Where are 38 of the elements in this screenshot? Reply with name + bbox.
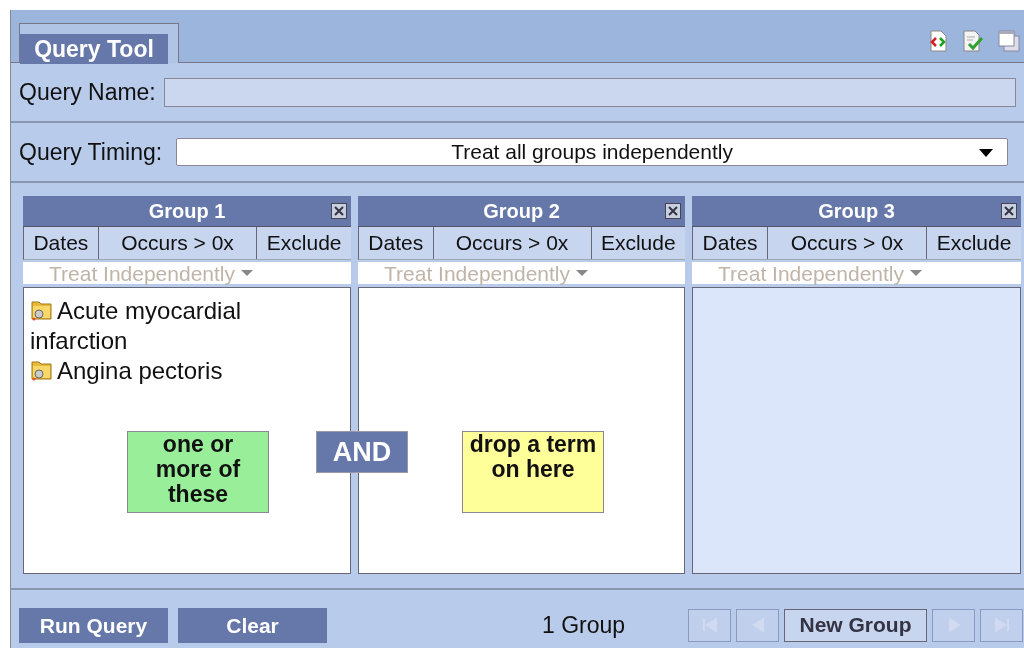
new-group-button[interactable]: New Group [784,608,927,642]
query-name-field[interactable] [163,77,1016,107]
close-icon[interactable] [665,203,681,219]
group-option-button[interactable]: Occurs > 0x [768,227,927,259]
group-option-button[interactable]: Occurs > 0x [433,227,592,259]
group-count: 1 Group [542,611,627,639]
checked-document-icon[interactable] [962,30,984,52]
windows-icon[interactable] [998,30,1020,52]
query-name-label: Query Name: [19,78,156,106]
action-button[interactable]: Clear [178,607,327,643]
concept-item[interactable]: Angina pectoris [30,356,344,386]
group-option-button[interactable]: Exclude [927,227,1021,259]
group-option-button[interactable]: Exclude [591,227,685,259]
caret-icon [979,149,993,157]
action-button[interactable]: Run Query [19,607,168,643]
folder-icon [30,299,52,321]
drop-hint: one or more of these [127,431,269,513]
concept-item[interactable]: Acute myocardial infarction [30,296,344,356]
query-tool-tab[interactable]: Query Tool [20,34,168,64]
caret-icon [241,269,254,277]
code-document-icon[interactable] [928,30,948,52]
group-option-button[interactable]: Dates [24,227,99,259]
caret-icon [576,269,589,277]
query-timing-dropdown[interactable]: Treat all groups independently [176,138,1008,166]
query-timing-label: Query Timing: [19,138,163,166]
caret-icon [910,269,923,277]
group-title: Group 3 [818,199,895,223]
folder-icon [30,359,52,381]
group-option-button[interactable]: Dates [359,227,434,259]
group-title: Group 2 [483,199,560,223]
group-option-button[interactable]: Exclude [257,227,351,259]
close-icon[interactable] [331,203,347,219]
and-operator[interactable]: AND [316,431,408,473]
group-option-button[interactable]: Occurs > 0x [98,227,258,259]
drop-hint: drop a term on here [462,431,604,513]
group-option-button[interactable]: Dates [693,227,768,259]
group-title: Group 1 [148,199,226,223]
close-icon[interactable] [1001,203,1017,219]
